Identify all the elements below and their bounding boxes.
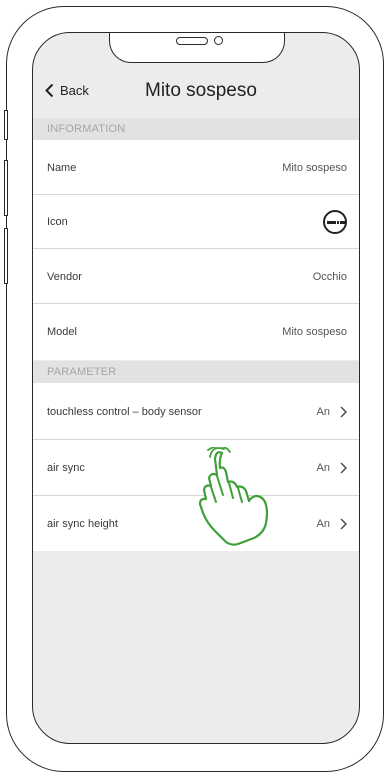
app-screen: Back Mito sospeso INFORMATION Name Mito … bbox=[32, 32, 360, 744]
page-title: Mito sospeso bbox=[145, 80, 257, 101]
phone-button bbox=[4, 228, 8, 284]
section-header-information: INFORMATION bbox=[33, 118, 359, 140]
chevron-right-icon bbox=[340, 462, 347, 474]
row-value: An bbox=[316, 462, 330, 474]
pendant-light-icon bbox=[323, 210, 347, 234]
chevron-right-icon bbox=[340, 518, 347, 529]
speaker bbox=[176, 37, 208, 45]
row-label: Model bbox=[47, 326, 77, 338]
row-value: Occhio bbox=[312, 270, 347, 283]
phone-button bbox=[4, 110, 8, 140]
row-label: Vendor bbox=[47, 270, 82, 283]
chevron-left-icon bbox=[45, 83, 54, 98]
info-row-vendor: Vendor Occhio bbox=[33, 249, 359, 304]
info-row-model: Model Mito sospeso bbox=[33, 304, 359, 360]
navigation-bar: Back Mito sospeso bbox=[33, 73, 359, 111]
back-button[interactable]: Back bbox=[45, 83, 89, 98]
param-row-touchless-control[interactable]: touchless control – body sensor An bbox=[33, 383, 359, 440]
back-label: Back bbox=[60, 83, 89, 98]
row-label: air sync height bbox=[47, 517, 118, 530]
row-label: Icon bbox=[47, 216, 68, 228]
row-value: Mito sospeso bbox=[282, 161, 347, 174]
row-label: Name bbox=[47, 161, 77, 174]
phone-button bbox=[4, 160, 8, 216]
chevron-right-icon bbox=[340, 406, 347, 417]
row-value: Mito sospeso bbox=[282, 326, 347, 338]
info-row-name: Name Mito sospeso bbox=[33, 140, 359, 195]
info-row-icon: Icon bbox=[33, 195, 359, 249]
row-value: An bbox=[316, 405, 330, 418]
hand-pointer-icon bbox=[198, 447, 269, 546]
notch bbox=[109, 33, 285, 63]
row-label: touchless control – body sensor bbox=[47, 405, 202, 418]
row-label: air sync bbox=[47, 462, 85, 474]
camera bbox=[214, 36, 223, 45]
row-value: An bbox=[316, 517, 330, 530]
section-header-parameter: PARAMETER bbox=[33, 361, 359, 383]
